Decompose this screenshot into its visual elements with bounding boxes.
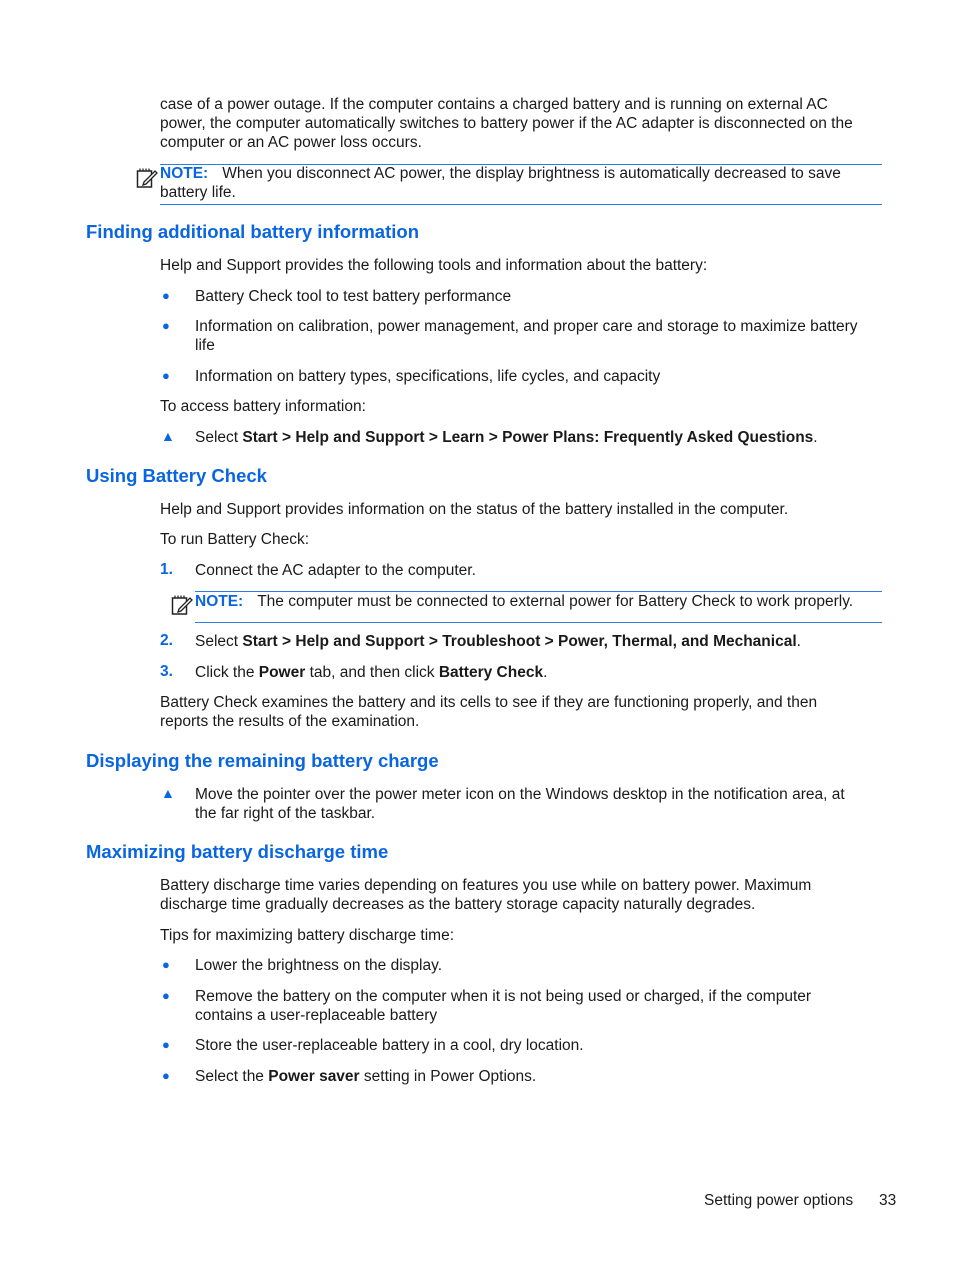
bullet-icon: ● (162, 988, 170, 1003)
note-2: NOTE: The computer must be connected to e… (195, 592, 885, 611)
step-bold: Battery Check (438, 664, 544, 681)
note-label: NOTE: (195, 593, 244, 610)
outro-line: reports the results of the examination. (160, 713, 420, 730)
note-icon (171, 595, 193, 615)
note-text: battery life. (160, 184, 236, 201)
bullet-icon: ● (162, 318, 170, 333)
list-item-text: Select the (195, 1068, 269, 1085)
section-intro: Help and Support provides the following … (160, 257, 708, 274)
step-number: 1. (160, 561, 173, 578)
step-line: Move the pointer over the power meter ic… (195, 786, 845, 803)
intro-line: computer or an AC power loss occurs. (160, 134, 422, 151)
list-item-line: Remove the battery on the computer when … (195, 988, 812, 1005)
page-number: 33 (879, 1192, 897, 1209)
list-item-line: life (195, 337, 215, 354)
step-item: Move the pointer over the power meter ic… (195, 785, 885, 823)
outro-line: Battery Check examines the battery and i… (160, 694, 818, 711)
tips-label: Tips for maximizing battery discharge ti… (160, 927, 455, 944)
list-item: Information on battery types, specificat… (195, 368, 661, 385)
step-text: . (543, 664, 548, 681)
run-label: To run Battery Check: (160, 531, 310, 548)
triangle-bullet-icon: ▲ (161, 785, 175, 801)
list-item-line: contains a user-replaceable battery (195, 1007, 438, 1024)
list-item: Store the user-replaceable battery in a … (195, 1037, 584, 1054)
list-item: Battery Check tool to test battery perfo… (195, 288, 512, 305)
intro-line: Battery discharge time varies depending … (160, 877, 812, 894)
step-text: . (813, 429, 818, 446)
step-text: Select (195, 633, 243, 650)
step-bold: Power (258, 664, 306, 681)
note-text: When you disconnect AC power, the displa… (222, 165, 841, 182)
note-bottom-rule (160, 204, 882, 205)
list-item: Information on calibration, power manage… (195, 317, 885, 355)
list-item: Remove the battery on the computer when … (195, 987, 885, 1025)
step-text: Select (195, 429, 243, 446)
intro-line: case of a power outage. If the computer … (160, 96, 828, 113)
section-intro: Battery discharge time varies depending … (160, 876, 882, 914)
list-item-line: Information on calibration, power manage… (195, 318, 858, 335)
list-item: Lower the brightness on the display. (195, 957, 443, 974)
note-1: NOTE: When you disconnect AC power, the d… (160, 164, 882, 202)
list-item-text: setting in Power Options. (359, 1068, 537, 1085)
step-number: 3. (160, 663, 173, 680)
bullet-icon: ● (162, 957, 170, 972)
intro-paragraph: case of a power outage. If the computer … (160, 95, 882, 152)
section-heading: Displaying the remaining battery charge (86, 750, 439, 771)
section-heading: Maximizing battery discharge time (86, 841, 389, 862)
section-outro: Battery Check examines the battery and i… (160, 693, 882, 731)
section-intro: Help and Support provides information on… (160, 501, 789, 518)
note-label: NOTE: (160, 165, 209, 182)
step-text: . (796, 633, 801, 650)
step-item: Select Start > Help and Support > Learn … (195, 428, 885, 447)
note-icon (136, 168, 158, 188)
step-item: Connect the AC adapter to the computer. (195, 562, 476, 579)
bullet-icon: ● (162, 1068, 170, 1083)
note-bottom-rule (195, 622, 882, 623)
step-item: Click the Power tab, and then click Batt… (195, 663, 885, 682)
step-menu-path: Start > Help and Support > Troubleshoot … (242, 633, 797, 650)
section-heading: Finding additional battery information (86, 221, 419, 242)
intro-line: power, the computer automatically switch… (160, 115, 853, 132)
note-text: The computer must be connected to extern… (257, 593, 854, 610)
footer-section-title: Setting power options (704, 1192, 854, 1209)
bullet-icon: ● (162, 1037, 170, 1052)
bullet-icon: ● (162, 288, 170, 303)
step-line: the far right of the taskbar. (195, 805, 376, 822)
step-item: Select Start > Help and Support > Troubl… (195, 632, 885, 651)
bullet-icon: ● (162, 368, 170, 383)
triangle-bullet-icon: ▲ (161, 428, 175, 444)
access-label: To access battery information: (160, 398, 366, 415)
step-text: tab, and then click (305, 664, 439, 681)
step-text: Click the (195, 664, 259, 681)
intro-line: discharge time gradually decreases as th… (160, 896, 756, 913)
step-number: 2. (160, 632, 173, 649)
section-heading: Using Battery Check (86, 465, 267, 486)
list-item: Select the Power saver setting in Power … (195, 1067, 885, 1086)
step-menu-path: Start > Help and Support > Learn > Power… (242, 429, 814, 446)
list-item-bold: Power saver (268, 1068, 360, 1085)
